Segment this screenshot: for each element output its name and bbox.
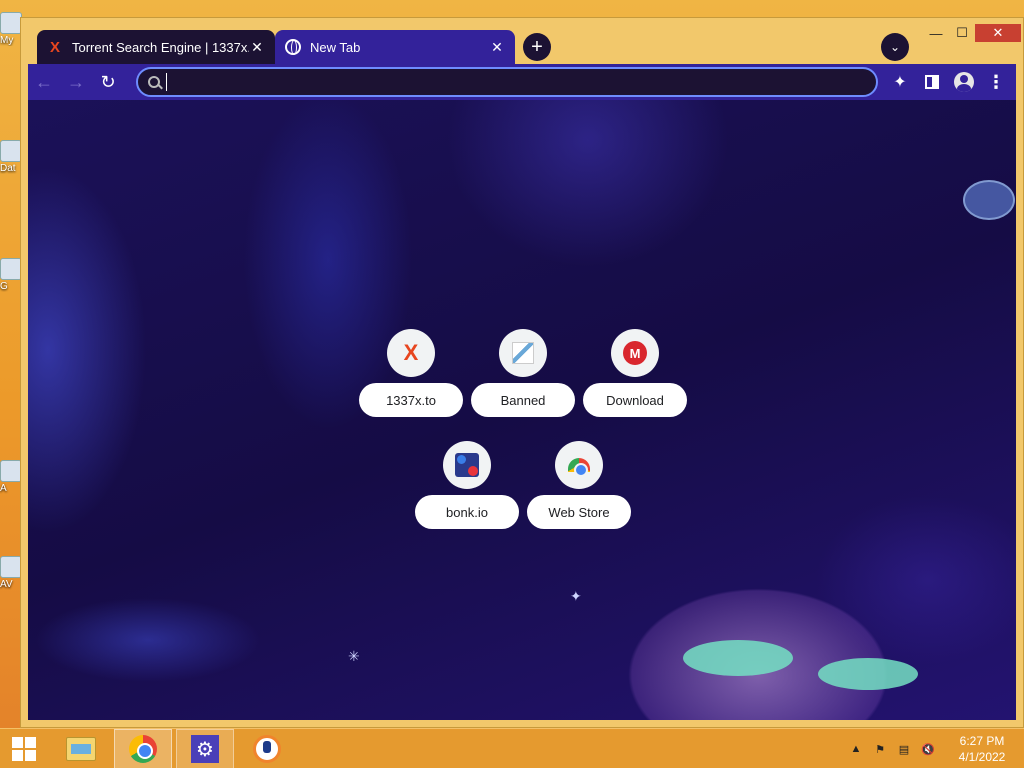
desktop-icon-label: My	[0, 35, 14, 46]
shortcut-1337x[interactable]: X 1337x.to	[359, 329, 463, 417]
clock[interactable]: 6:27 PM 4/1/2022	[950, 733, 1014, 765]
background-jellyfish	[963, 180, 1015, 220]
globe-icon	[285, 39, 301, 55]
clock-date: 4/1/2022	[958, 750, 1006, 764]
side-panel-button[interactable]	[916, 66, 948, 98]
shortcut-icon: X	[387, 329, 435, 377]
volume-muted-icon[interactable]: 🔇	[920, 742, 936, 756]
network-icon[interactable]: ▤	[896, 742, 912, 756]
puzzle-icon: ✦	[893, 74, 907, 91]
maximize-button[interactable]: ☐	[947, 24, 977, 42]
gear-icon: ⚙	[191, 735, 219, 763]
desktop-icon-label: AV	[0, 579, 13, 590]
background-jellyfish-spot	[818, 658, 918, 690]
background-jellyfish-spot	[683, 640, 793, 676]
menu-button[interactable]: ⋮	[980, 66, 1012, 98]
avast-icon	[0, 556, 22, 578]
close-icon[interactable]: ✕	[489, 39, 505, 55]
shortcut-bonk[interactable]: bonk.io	[415, 441, 519, 529]
forward-button[interactable]: →	[60, 66, 92, 98]
action-center-flag-icon[interactable]: ⚑	[872, 742, 888, 756]
shortcut-icon: M	[611, 329, 659, 377]
shortcut-icon	[499, 329, 547, 377]
shortcut-icon	[555, 441, 603, 489]
show-hidden-icons-icon[interactable]: ▲	[848, 742, 864, 756]
1337x-x-icon: X	[403, 340, 419, 365]
profile-button[interactable]	[948, 66, 980, 98]
close-window-button[interactable]: ✕	[975, 24, 1021, 42]
text-caret	[166, 73, 167, 91]
clock-time: 6:27 PM	[959, 734, 1005, 748]
document-icon	[0, 140, 22, 162]
new-tab-button[interactable]: +	[523, 33, 551, 61]
app-icon	[0, 258, 22, 280]
extensions-button[interactable]: ✦	[884, 66, 916, 98]
shortcut-label: 1337x.to	[359, 383, 463, 417]
tab-title: Torrent Search Engine | 1337x.to	[72, 39, 249, 55]
banned-icon	[512, 342, 534, 364]
taskbar-avast[interactable]	[238, 729, 296, 768]
1337x-x-icon: X	[49, 38, 60, 56]
shortcut-icon	[443, 441, 491, 489]
avast-icon	[253, 735, 281, 763]
tab-title: New Tab	[310, 39, 361, 55]
shortcut-label: Banned	[471, 383, 575, 417]
background-star: ✳	[348, 648, 360, 664]
desktop-icon-label: G	[0, 281, 8, 292]
search-icon	[148, 76, 160, 88]
tab-search-button[interactable]: ⌄	[881, 33, 909, 61]
tab-new-tab[interactable]: New Tab ✕	[275, 30, 515, 64]
desktop-icon-label: A	[0, 483, 7, 494]
shortcut-banned[interactable]: Banned	[471, 329, 575, 417]
back-button[interactable]: ←	[28, 66, 60, 98]
windows-logo-icon	[12, 737, 36, 761]
address-bar[interactable]	[136, 67, 878, 97]
bonk-icon	[455, 453, 479, 477]
taskbar-file-explorer[interactable]	[52, 729, 110, 768]
address-input[interactable]	[175, 74, 876, 90]
shortcut-label: bonk.io	[415, 495, 519, 529]
app-icon	[0, 460, 22, 482]
folder-icon	[66, 737, 96, 761]
side-panel-icon	[925, 75, 939, 89]
mega-icon: M	[623, 341, 647, 365]
shortcut-web-store[interactable]: Web Store	[527, 441, 631, 529]
shortcut-label: Download	[583, 383, 687, 417]
start-button[interactable]	[0, 729, 48, 768]
desktop-icon-label: Dat	[0, 163, 16, 174]
computer-icon	[0, 12, 22, 34]
close-icon[interactable]: ✕	[249, 39, 265, 55]
shortcut-label: Web Store	[527, 495, 631, 529]
tab-1337x[interactable]: X Torrent Search Engine | 1337x.to ✕	[37, 30, 275, 64]
toolbar: ← → ↻ ✦ ⋮	[28, 64, 1016, 100]
chrome-icon	[129, 735, 157, 763]
taskbar-settings[interactable]: ⚙	[176, 729, 234, 768]
shortcut-download[interactable]: M Download	[583, 329, 687, 417]
tab-strip: X Torrent Search Engine | 1337x.to ✕ New…	[21, 18, 1023, 64]
new-tab-page: ✦ ✳ X 1337x.to Banned M Download bonk.io…	[28, 100, 1016, 720]
browser-window: X Torrent Search Engine | 1337x.to ✕ New…	[20, 17, 1024, 728]
chrome-web-store-icon	[568, 458, 590, 477]
taskbar-chrome[interactable]	[114, 729, 172, 768]
avatar-icon	[954, 72, 974, 92]
taskbar: ⚙ ▲ ⚑ ▤ 🔇 6:27 PM 4/1/2022	[0, 728, 1024, 768]
system-tray: ▲ ⚑ ▤ 🔇	[848, 729, 936, 768]
reload-button[interactable]: ↻	[92, 66, 124, 98]
background-star: ✦	[570, 588, 582, 604]
